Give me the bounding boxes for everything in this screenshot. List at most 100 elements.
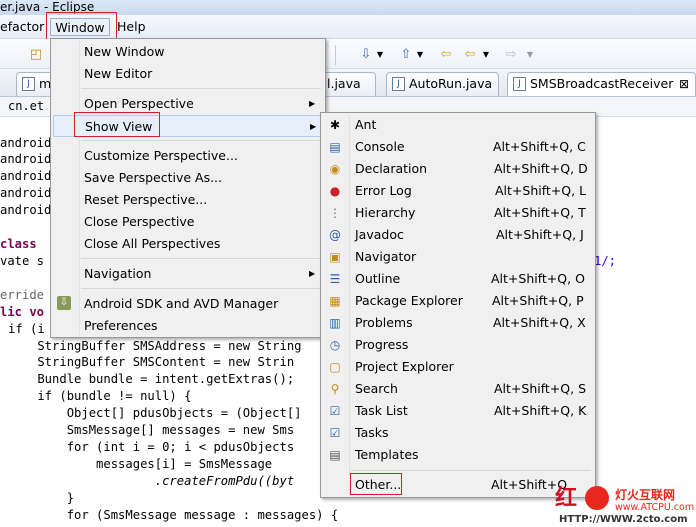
forward-icon[interactable]: ⇨ (503, 47, 519, 63)
menu-item-project-explorer[interactable]: ▢ Project Explorer (321, 356, 595, 378)
menu-item-new-window[interactable]: New Window (51, 41, 325, 63)
code-line: StringBuffer SMSAddress = new String (8, 339, 302, 353)
menu-item-android-sdk-avd-manager[interactable]: ⇩ Android SDK and AVD Manager (51, 293, 325, 315)
menu-help[interactable]: Help (117, 18, 146, 36)
menu-item-label: Preferences (84, 318, 158, 333)
shortcut-text: Alt+Shift+Q, L (495, 183, 587, 198)
close-icon[interactable]: ⊠ (679, 73, 689, 95)
breadcrumb-package[interactable]: cn.et (8, 99, 44, 113)
menu-item-close-perspective[interactable]: Close Perspective (51, 211, 325, 233)
menu-item-navigation[interactable]: Navigation ▶ (51, 263, 325, 285)
hierarchy-icon: ⋮ (329, 206, 341, 220)
console-icon: ▤ (329, 140, 341, 154)
watermark-url: www.ATCPU.com (615, 502, 695, 513)
menu-item-new-editor[interactable]: New Editor (51, 63, 325, 85)
submenu-arrow-icon: ▶ (309, 99, 316, 108)
menu-item-label: Problems (355, 315, 413, 330)
chevron-down-icon[interactable]: ▼ (478, 47, 494, 63)
menu-item-declaration[interactable]: ◉ Declaration Alt+Shift+Q, D (321, 158, 595, 180)
menu-item-task-list[interactable]: ☑ Task List Alt+Shift+Q, K (321, 400, 595, 422)
javadoc-icon: @ (329, 228, 341, 242)
progress-icon: ◷ (329, 338, 341, 352)
code-line: android (0, 152, 52, 166)
code-line: android (0, 203, 52, 217)
menu-item-save-perspective-as[interactable]: Save Perspective As... (51, 167, 325, 189)
code-line: android (0, 169, 52, 183)
tab-autorun-java[interactable]: J AutoRun.java (386, 72, 499, 96)
code-line: messages[i] = SmsMessage (8, 457, 273, 471)
window-menu: New Window New Editor Open Perspective ▶… (50, 38, 326, 338)
menu-item-reset-perspective[interactable]: Reset Perspective... (51, 189, 325, 211)
code-line: SmsMessage[] messages = new Sms (8, 423, 295, 437)
menu-item-label: Tasks (355, 425, 389, 440)
menu-item-problems[interactable]: ▥ Problems Alt+Shift+Q, X (321, 312, 595, 334)
search-icon: ⚲ (330, 382, 340, 396)
menu-item-label: Close Perspective (84, 214, 195, 229)
menu-item-label: Declaration (355, 161, 428, 176)
tab-label: l.java (327, 76, 361, 91)
menu-item-label: Navigator (355, 249, 417, 264)
menu-item-navigator[interactable]: ▣ Navigator (321, 246, 595, 268)
project-explorer-icon: ▢ (329, 360, 341, 374)
code-line: Bundle bundle = intent.getExtras(); (8, 372, 295, 386)
watermark-background-url: HTTP://WWW.2cto.com (559, 514, 688, 525)
menu-item-label: Customize Perspective... (84, 148, 238, 163)
android-sdk-icon: ⇩ (57, 296, 71, 310)
toolbar-separator (335, 45, 336, 65)
menu-item-label: Search (355, 381, 398, 396)
menu-item-label: Package Explorer (355, 293, 463, 308)
menu-separator (81, 140, 321, 141)
menu-item-javadoc[interactable]: @ Javadoc Alt+Shift+Q, J (321, 224, 595, 246)
chevron-down-icon[interactable]: ▼ (412, 47, 428, 63)
menu-separator (81, 258, 321, 259)
outline-icon: ☰ (329, 272, 341, 286)
new-java-icon[interactable]: ◰ (28, 47, 44, 63)
watermark-logo: 红 (555, 485, 578, 511)
submenu-arrow-icon: ▶ (310, 122, 317, 131)
menu-item-close-all-perspectives[interactable]: Close All Perspectives (51, 233, 325, 255)
tab-smsbroadcastreceiver[interactable]: J SMSBroadcastReceiver ⊠ (507, 72, 696, 96)
menu-item-console[interactable]: ▤ Console Alt+Shift+Q, C (321, 136, 595, 158)
last-edit-icon[interactable]: ⇦ (438, 47, 454, 63)
menu-item-hierarchy[interactable]: ⋮ Hierarchy Alt+Shift+Q, T (321, 202, 595, 224)
menu-item-tasks[interactable]: ☑ Tasks (321, 422, 595, 444)
window-menu-highlight-box (46, 12, 117, 40)
watermark: 红 灯火互联网 www.ATCPU.com HTTP://WWW.2cto.co… (555, 480, 696, 527)
menu-item-label: Templates (355, 447, 419, 462)
menu-item-preferences[interactable]: Preferences (51, 315, 325, 337)
code-line: android (0, 136, 52, 150)
tasks-icon: ☑ (329, 426, 341, 440)
code-line: lic vo (0, 305, 45, 319)
menu-separator (81, 88, 321, 89)
menu-item-label: Progress (355, 337, 409, 352)
code-line: .createFromPdu((byt (8, 474, 295, 488)
shortcut-text: Alt+Shift+Q, X (493, 315, 586, 330)
menu-item-label: Ant (355, 117, 377, 132)
menu-item-error-log[interactable]: ● Error Log Alt+Shift+Q, L (321, 180, 595, 202)
chevron-down-icon[interactable]: ▼ (372, 47, 388, 63)
watermark-sun-icon (585, 486, 609, 510)
back-icon[interactable]: ⇦ (462, 47, 478, 63)
code-line: } (8, 491, 75, 505)
menu-item-ant[interactable]: ✱ Ant (321, 114, 595, 136)
menu-item-templates[interactable]: ▤ Templates (321, 444, 595, 466)
java-file-icon: J (392, 77, 405, 91)
shortcut-text: Alt+Shift+Q, D (494, 161, 588, 176)
show-view-submenu: ✱ Ant ▤ Console Alt+Shift+Q, C ◉ Declara… (320, 112, 596, 498)
package-explorer-icon: ▦ (329, 294, 341, 308)
menu-item-outline[interactable]: ☰ Outline Alt+Shift+Q, O (321, 268, 595, 290)
code-line: class (0, 237, 37, 251)
chevron-down-icon[interactable]: ▼ (522, 47, 538, 63)
code-line: for (int i = 0; i < pdusObjects (8, 440, 295, 454)
menu-item-label: Error Log (355, 183, 412, 198)
menu-item-package-explorer[interactable]: ▦ Package Explorer Alt+Shift+Q, P (321, 290, 595, 312)
menu-item-customize-perspective[interactable]: Customize Perspective... (51, 145, 325, 167)
menu-refactor[interactable]: efactor (0, 18, 44, 36)
menu-item-label: Close All Perspectives (84, 236, 221, 251)
java-file-icon: J (22, 77, 35, 91)
menu-item-search[interactable]: ⚲ Search Alt+Shift+Q, S (321, 378, 595, 400)
menu-item-label: Outline (355, 271, 401, 286)
problems-icon: ▥ (329, 316, 341, 330)
menu-item-progress[interactable]: ◷ Progress (321, 334, 595, 356)
tab-label: AutoRun.java (409, 76, 493, 91)
